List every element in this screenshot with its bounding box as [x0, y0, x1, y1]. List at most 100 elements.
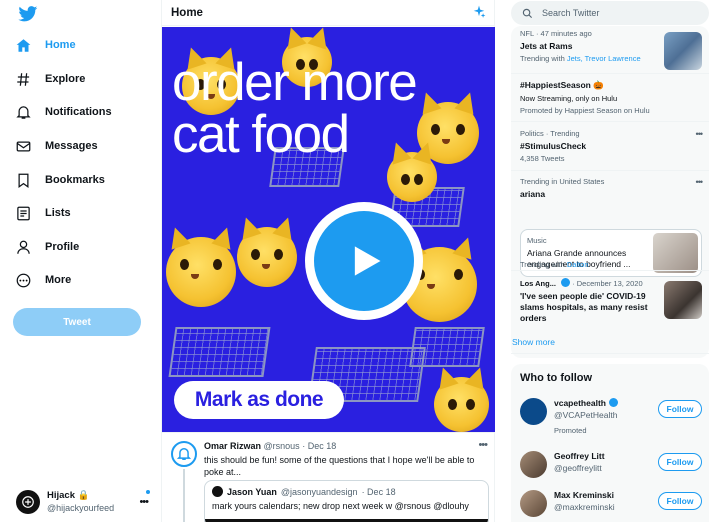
- quote-date: · Dec 18: [361, 486, 396, 497]
- avatar[interactable]: [171, 441, 197, 467]
- nav-home[interactable]: Home: [16, 30, 76, 60]
- tweet-date[interactable]: · Dec 18: [302, 441, 336, 451]
- divider: [511, 73, 709, 74]
- play-icon: [354, 246, 381, 276]
- trend-item[interactable]: NFL · 47 minutes ago Jets at Rams Trendi…: [520, 29, 702, 70]
- trend-related: Trending with Dalton: [520, 257, 702, 269]
- trend-item[interactable]: Trending in United States ariana •••: [520, 177, 704, 199]
- who-to-follow-panel: Who to follow vcapethealth @VCAPetHealth…: [511, 364, 709, 522]
- avatar: [520, 451, 547, 478]
- follow-button[interactable]: Follow: [658, 453, 702, 471]
- tweet-handle: @rsnous: [263, 441, 300, 451]
- trend-thumbnail: [664, 32, 702, 70]
- news-source: Los Ang...: [520, 279, 559, 288]
- person-name: vcapethealth: [554, 398, 606, 408]
- tweet-author[interactable]: Omar Rizwan: [204, 441, 261, 451]
- quote-handle: @jasonyuandesign: [280, 486, 358, 497]
- person-handle: @geoffreylitt: [554, 463, 602, 473]
- hashtag-icon: [17, 72, 30, 86]
- avatar: [520, 490, 547, 517]
- cat-emoji: [166, 237, 236, 307]
- person-name: Geoffrey Litt: [554, 451, 605, 461]
- cat-emoji: [434, 377, 489, 432]
- person-icon: [17, 240, 30, 254]
- tweet[interactable]: Omar Rizwan @rsnous · Dec 18 ••• this sh…: [162, 432, 495, 522]
- quoted-tweet[interactable]: Jason Yuan @jasonyuandesign · Dec 18 mar…: [204, 480, 489, 522]
- list-icon: [17, 206, 30, 220]
- show-more-link[interactable]: Show more: [512, 337, 555, 347]
- trend-sub: Trending with Dalton: [520, 260, 589, 269]
- nav-label: More: [45, 274, 72, 286]
- search-input[interactable]: Search Twitter: [511, 1, 709, 25]
- trend-item[interactable]: Politics · Trending #StimulusCheck 4,358…: [520, 129, 704, 163]
- media-headline: order more cat food: [172, 53, 418, 164]
- divider: [511, 170, 709, 171]
- verified-badge-icon: [608, 398, 618, 407]
- more-dots-icon[interactable]: •••: [696, 177, 704, 187]
- divider: [511, 121, 709, 122]
- trend-title: ariana: [520, 189, 546, 199]
- trend-related-links[interactable]: Jets, Trevor Lawrence: [567, 54, 641, 63]
- more-dots-icon[interactable]: •••: [696, 129, 704, 139]
- play-button[interactable]: [305, 202, 423, 320]
- promoted-label: Promoted: [554, 426, 587, 435]
- follow-suggestion[interactable]: vcapethealth @VCAPetHealth Promoted Foll…: [520, 396, 702, 435]
- nav-notifications[interactable]: Notifications: [16, 97, 112, 127]
- bell-icon: [177, 448, 191, 460]
- left-sidebar: Home Explore Notifications Messages Book…: [0, 0, 160, 522]
- follow-button[interactable]: Follow: [658, 400, 702, 418]
- nav-lists[interactable]: Lists: [16, 198, 71, 228]
- account-name: Hijack 🔒: [47, 490, 90, 501]
- notification-dot: [146, 490, 150, 494]
- quote-text: mark yours calendars; new drop next week…: [212, 501, 469, 511]
- nav-label: Lists: [45, 207, 71, 219]
- nav-label: Explore: [45, 73, 86, 85]
- person-handle: @maxkreminski: [554, 502, 615, 512]
- trend-meta: Trending in United States: [520, 177, 605, 186]
- nav-explore[interactable]: Explore: [16, 64, 85, 94]
- tweet-text: this should be fun! some of the question…: [204, 455, 475, 477]
- follow-suggestion[interactable]: Geoffrey Litt @geoffreylitt Follow: [520, 449, 702, 479]
- trend-sub: 4,358 Tweets: [520, 154, 565, 163]
- nav-messages[interactable]: Messages: [16, 131, 98, 161]
- envelope-icon: [16, 141, 31, 151]
- more-dots-icon: •••: [139, 496, 149, 508]
- follow-button[interactable]: Follow: [658, 492, 702, 510]
- nav-profile[interactable]: Profile: [16, 232, 79, 262]
- trend-meta: Politics · Trending: [520, 129, 580, 138]
- twitter-logo-icon[interactable]: [18, 6, 38, 22]
- nav-more[interactable]: More: [16, 265, 71, 295]
- trend-item[interactable]: Los Ang... · December 13, 2020 'I've see…: [520, 278, 702, 324]
- nav-bookmarks[interactable]: Bookmarks: [16, 165, 105, 195]
- promoted-label: Promoted by Happiest Season on Hulu: [520, 106, 650, 115]
- nav-label: Profile: [45, 241, 80, 253]
- nav-label: Home: [45, 39, 76, 51]
- timeline: Home order more cat food Mark as done Om…: [161, 0, 495, 522]
- verified-badge-icon: [561, 278, 571, 287]
- more-dots-icon[interactable]: •••: [478, 439, 488, 451]
- nav-label: Bookmarks: [45, 174, 105, 186]
- tweet-header: Omar Rizwan @rsnous · Dec 18: [204, 441, 336, 451]
- divider: [511, 353, 709, 354]
- cart-graphic: [168, 327, 271, 377]
- avatar: [212, 486, 223, 497]
- trends-panel: NFL · 47 minutes ago Jets at Rams Trendi…: [511, 26, 709, 358]
- sparkle-icon[interactable]: [472, 5, 486, 19]
- tweet-button[interactable]: Tweet: [13, 308, 141, 336]
- account-handle: @hijackyourfeed: [47, 503, 115, 513]
- person-name: Max Kreminski: [554, 490, 614, 500]
- news-date: · December 13, 2020: [572, 279, 643, 288]
- bell-icon: [16, 105, 31, 119]
- tweet-media-video[interactable]: order more cat food Mark as done: [162, 27, 495, 432]
- cart-graphic: [409, 327, 485, 367]
- trend-item[interactable]: #HappiestSeason 🎃 Now Streaming, only on…: [520, 80, 702, 115]
- account-switcher[interactable]: Hijack 🔒 @hijackyourfeed •••: [16, 488, 156, 516]
- trend-title: #StimulusCheck: [520, 141, 587, 151]
- person-handle: @VCAPetHealth: [554, 410, 618, 420]
- news-thumbnail: [664, 281, 702, 319]
- more-circle-icon: [16, 273, 31, 287]
- mark-as-done-button[interactable]: Mark as done: [174, 381, 344, 419]
- trend-related-links[interactable]: Dalton: [567, 260, 589, 269]
- follow-suggestion[interactable]: Max Kreminski @maxkreminski Follow: [520, 488, 702, 518]
- section-title: Who to follow: [520, 372, 593, 384]
